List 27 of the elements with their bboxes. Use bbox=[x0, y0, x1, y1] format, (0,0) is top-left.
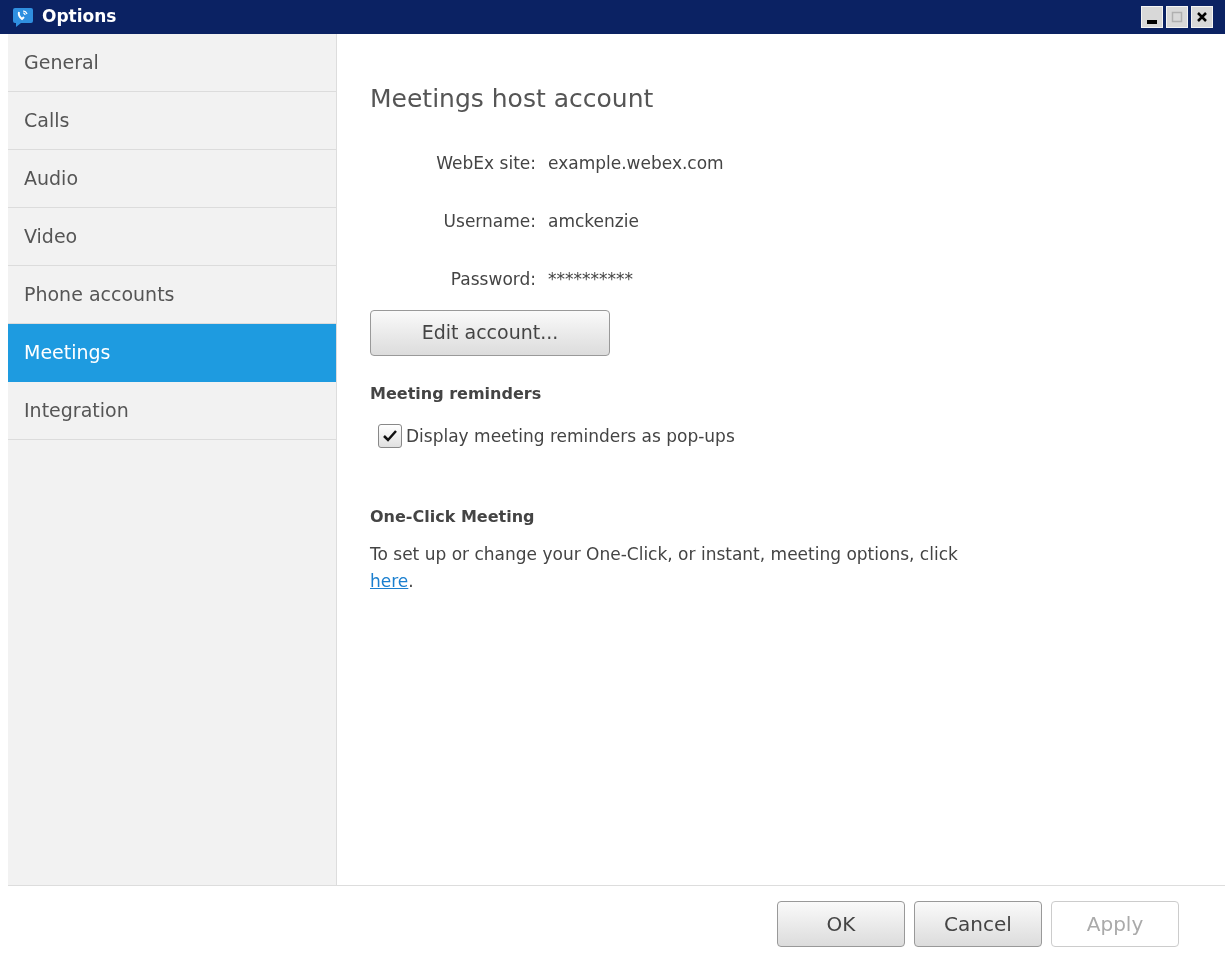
field-label: Password: bbox=[449, 267, 536, 291]
sidebar-item[interactable]: Video bbox=[8, 208, 336, 266]
sidebar-item[interactable]: Integration bbox=[8, 382, 336, 440]
minimize-icon bbox=[1147, 20, 1157, 24]
sidebar-item[interactable]: Audio bbox=[8, 150, 336, 208]
section-heading: Meetings host account bbox=[370, 83, 655, 115]
field-value: ********** bbox=[548, 267, 633, 291]
here-link[interactable]: here bbox=[370, 571, 409, 591]
checkbox-label: Display meeting reminders as pop-ups bbox=[406, 424, 735, 448]
close-button[interactable] bbox=[1191, 6, 1213, 28]
dialog-button[interactable]: OK bbox=[777, 901, 905, 947]
instruction-text: To set up or change your One-Click, or instant, meeting options, click here. bbox=[370, 543, 959, 593]
field-value: amckenzie bbox=[548, 209, 639, 233]
sidebar-item[interactable]: Calls bbox=[8, 92, 336, 150]
edit-account-button[interactable]: Edit account... bbox=[370, 309, 610, 356]
dialog-button[interactable]: Cancel bbox=[914, 901, 1042, 947]
sidebar-item[interactable]: General bbox=[8, 34, 336, 92]
window-title: Options bbox=[42, 5, 117, 29]
phone-bubble-icon bbox=[12, 6, 34, 28]
minimize-button[interactable] bbox=[1141, 6, 1163, 28]
field-label: Username: bbox=[442, 209, 536, 233]
maximize-icon bbox=[1169, 9, 1185, 25]
field-value: example.webex.com bbox=[548, 151, 724, 175]
field-label: WebEx site: bbox=[435, 151, 536, 175]
checkbox[interactable] bbox=[378, 424, 402, 449]
section-heading: Meeting reminders bbox=[370, 382, 543, 405]
section-heading: One-Click Meeting bbox=[370, 506, 536, 528]
